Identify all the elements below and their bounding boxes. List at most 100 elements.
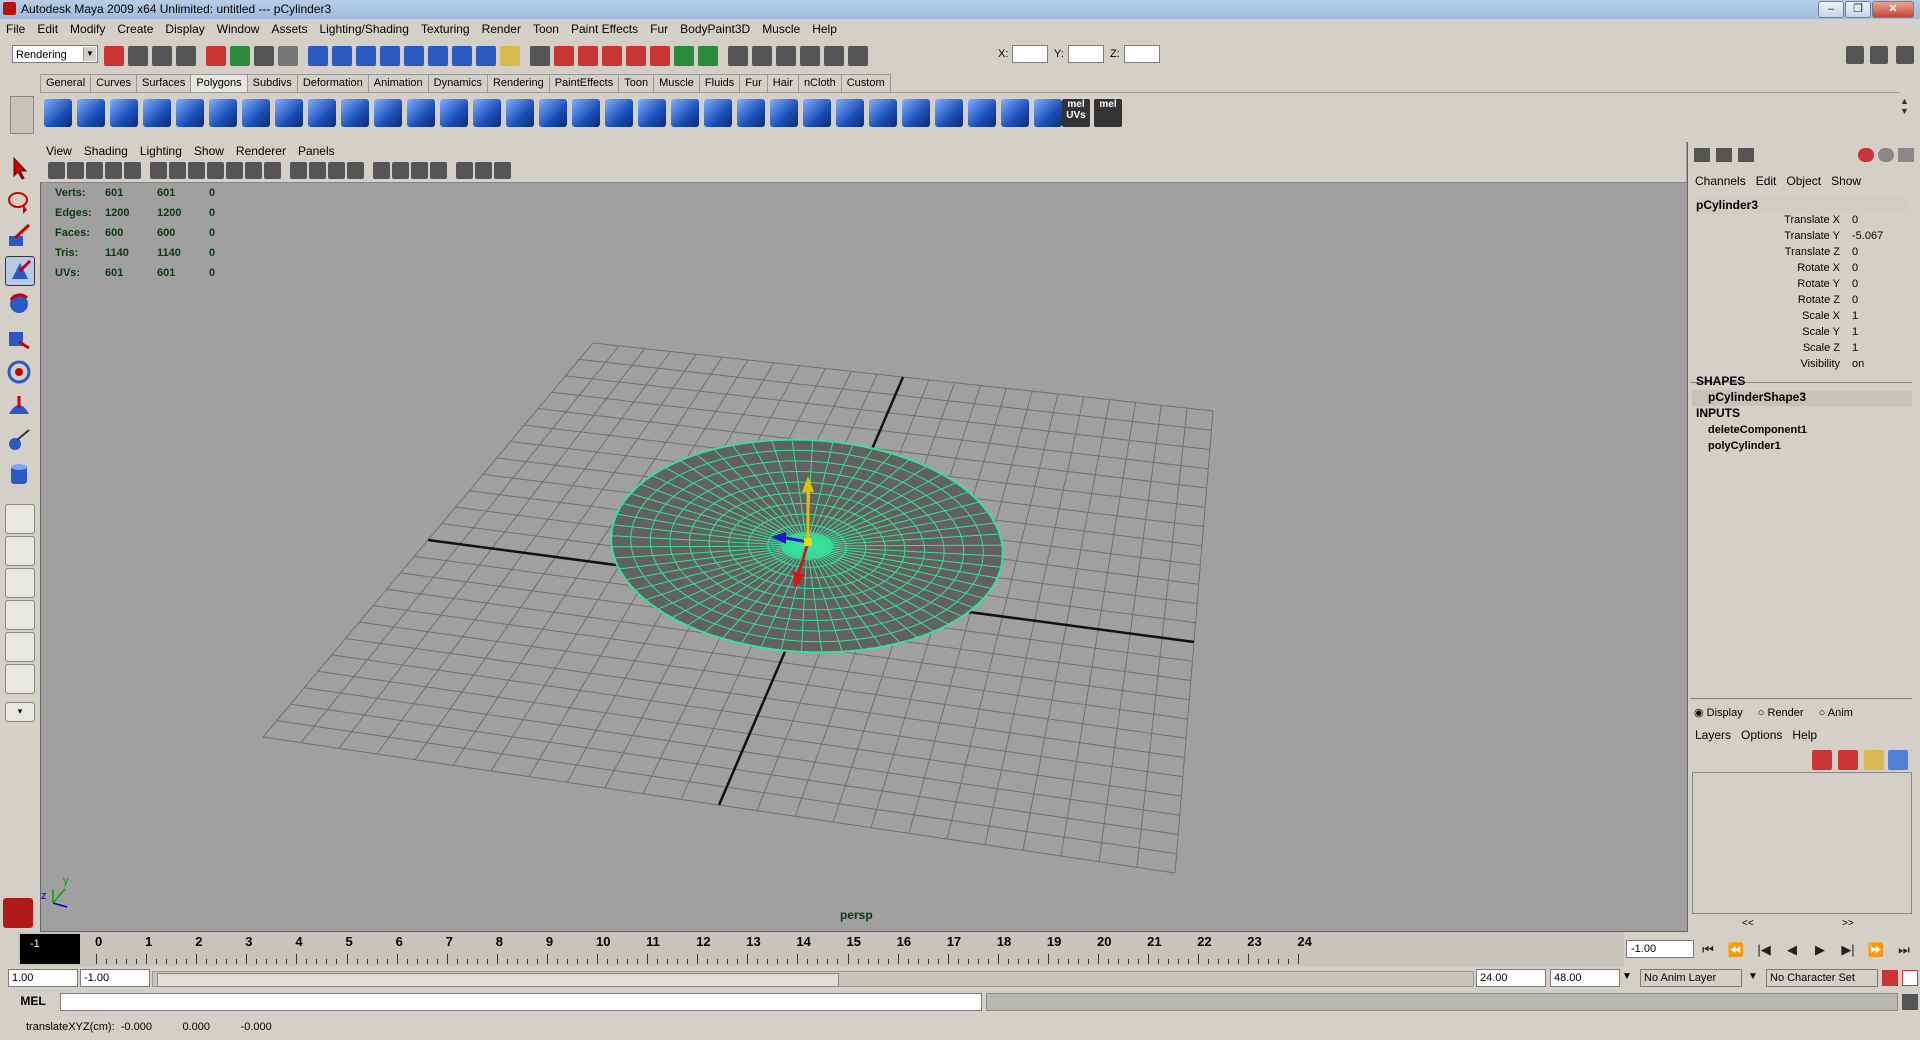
select-camera-icon[interactable]: [48, 162, 65, 179]
channel-row-rotate-x[interactable]: Rotate X 0: [1690, 262, 1912, 278]
radio-display[interactable]: ◉ Display: [1694, 707, 1743, 719]
viewport-menu-renderer[interactable]: Renderer: [230, 142, 292, 160]
channelbox-menu-edit[interactable]: Edit: [1751, 172, 1782, 190]
viewport-menu-panels[interactable]: Panels: [292, 142, 341, 160]
snap-curve-icon[interactable]: [332, 46, 352, 66]
insert-edge-loop-icon[interactable]: [704, 99, 732, 127]
radio-render[interactable]: ○ Render: [1758, 707, 1804, 719]
select-component-icon[interactable]: [230, 46, 250, 66]
combine-icon[interactable]: [341, 99, 369, 127]
shelf-tab-custom[interactable]: Custom: [840, 74, 891, 92]
hypershade-icon[interactable]: [626, 46, 646, 66]
pin-icon[interactable]: [1898, 148, 1914, 162]
poly-plane-icon[interactable]: [176, 99, 204, 127]
shelf-tab-rendering[interactable]: Rendering: [486, 74, 550, 92]
channel-row-scale-z[interactable]: Scale Z 1: [1690, 342, 1912, 358]
minimize-button[interactable]: –: [1818, 1, 1844, 18]
auto-key-icon[interactable]: [1882, 970, 1898, 986]
select-hierarchy-icon[interactable]: [176, 46, 196, 66]
chevron-down-icon[interactable]: ▼: [1622, 971, 1632, 982]
xray-joints-icon[interactable]: [475, 162, 492, 179]
paint-select-tool-icon[interactable]: [5, 222, 33, 250]
persp-graph-layout-icon[interactable]: [5, 600, 35, 630]
menu-display[interactable]: Display: [159, 19, 210, 39]
settings-icon[interactable]: [776, 46, 796, 66]
menu-bodypaint3d[interactable]: BodyPaint3D: [674, 19, 756, 39]
input-node[interactable]: deleteComponent1: [1708, 422, 1807, 438]
show-manipulator-icon[interactable]: [5, 426, 33, 454]
mel-script-icon[interactable]: mel UVs: [1062, 99, 1090, 127]
menu-fur[interactable]: Fur: [644, 19, 674, 39]
shelf-tab-polygons[interactable]: Polygons: [190, 74, 248, 92]
snap-plane-icon[interactable]: [380, 46, 400, 66]
snap-grid-icon[interactable]: [308, 46, 328, 66]
range-slider[interactable]: [152, 971, 1474, 987]
channelbox-menu-object[interactable]: Object: [1781, 172, 1826, 190]
shelf-tab-general[interactable]: General: [40, 74, 92, 92]
menu-muscle[interactable]: Muscle: [756, 19, 806, 39]
layer-menu-options[interactable]: Options: [1736, 726, 1787, 744]
play-forwards-icon[interactable]: ▶: [1810, 940, 1830, 960]
channel-box-toggle-icon[interactable]: [1896, 46, 1914, 64]
go-to-start-icon[interactable]: ⏮: [1698, 940, 1718, 960]
make-live-icon[interactable]: [404, 46, 424, 66]
resolution-gate-icon[interactable]: [207, 162, 224, 179]
tool-settings-icon[interactable]: [1870, 46, 1888, 64]
four-view-layout-icon[interactable]: [5, 536, 35, 566]
high-quality-icon[interactable]: [411, 162, 428, 179]
scroll-left-button[interactable]: <<: [1742, 918, 1754, 929]
booleans-icon[interactable]: [440, 99, 468, 127]
film-gate-icon[interactable]: [188, 162, 205, 179]
channel-value[interactable]: 0: [1852, 246, 1858, 258]
highlight-icon[interactable]: [278, 46, 298, 66]
time-slider[interactable]: -1 0 1 2 3 4 5 6 7 8 9 10 11 12 13 14 15 16 17 18 19 20 21 22 2…: [18, 932, 1624, 966]
bridge-icon[interactable]: [605, 99, 633, 127]
scale-tool-icon[interactable]: [5, 324, 33, 352]
scroll-right-button[interactable]: >>: [1842, 918, 1854, 929]
channelbox-menu-show[interactable]: Show: [1826, 172, 1866, 190]
viewport-canvas[interactable]: [41, 143, 1687, 931]
channel-value[interactable]: 1: [1852, 342, 1858, 354]
layer-menu-help[interactable]: Help: [1787, 726, 1822, 744]
textured-icon[interactable]: [347, 162, 364, 179]
shelf-tab-animation[interactable]: Animation: [367, 74, 429, 92]
shelf-tab-fur[interactable]: Fur: [739, 74, 768, 92]
poly-cylinder-icon[interactable]: [110, 99, 138, 127]
channel-row-rotate-y[interactable]: Rotate Y 0: [1690, 278, 1912, 294]
two-d-pan-icon[interactable]: [124, 162, 141, 179]
preferences-icon[interactable]: [1902, 970, 1918, 986]
radio-anim[interactable]: ○ Anim: [1819, 707, 1853, 719]
bookmark-icon[interactable]: [86, 162, 103, 179]
animation-end-field[interactable]: 48.00: [1550, 969, 1620, 987]
viewport-menu-show[interactable]: Show: [188, 142, 230, 160]
menu-edit[interactable]: Edit: [31, 19, 64, 39]
extrude-icon[interactable]: [572, 99, 600, 127]
film-icon[interactable]: [752, 46, 772, 66]
render-icon[interactable]: [554, 46, 574, 66]
channelbox-menu-channels[interactable]: Channels: [1690, 172, 1751, 190]
render-view-icon[interactable]: [650, 46, 670, 66]
lock-icon[interactable]: [500, 46, 520, 66]
average-vertices-icon[interactable]: [506, 99, 534, 127]
image-plane-icon[interactable]: [105, 162, 122, 179]
character-set-dropdown[interactable]: No Character Set: [1766, 969, 1878, 987]
history-icon[interactable]: [428, 46, 448, 66]
append-polygon-icon[interactable]: [638, 99, 666, 127]
object-name[interactable]: pCylinder3: [1696, 198, 1910, 214]
shelf-tab-painteffects[interactable]: PaintEffects: [548, 74, 620, 92]
viewport-menu-lighting[interactable]: Lighting: [134, 142, 188, 160]
shape-row[interactable]: pCylinderShape3: [1692, 390, 1912, 406]
shelf-tab-hair[interactable]: Hair: [766, 74, 799, 92]
xray-components-icon[interactable]: [494, 162, 511, 179]
script-editor-icon[interactable]: [1902, 994, 1918, 1010]
channel-value[interactable]: 0: [1852, 262, 1858, 274]
wireframe-on-shaded-icon[interactable]: [328, 162, 345, 179]
maximize-button[interactable]: ❐: [1845, 1, 1871, 18]
open-scene-icon[interactable]: [128, 46, 148, 66]
persp-outliner-layout-icon[interactable]: [5, 568, 35, 598]
new-empty-layer-icon[interactable]: [1864, 750, 1884, 770]
channel-row-visibility[interactable]: Visibility on: [1690, 358, 1912, 374]
uv-snapshot-icon[interactable]: [1034, 99, 1062, 127]
new-layer-icon[interactable]: [1812, 750, 1832, 770]
safe-action-icon[interactable]: [264, 162, 281, 179]
